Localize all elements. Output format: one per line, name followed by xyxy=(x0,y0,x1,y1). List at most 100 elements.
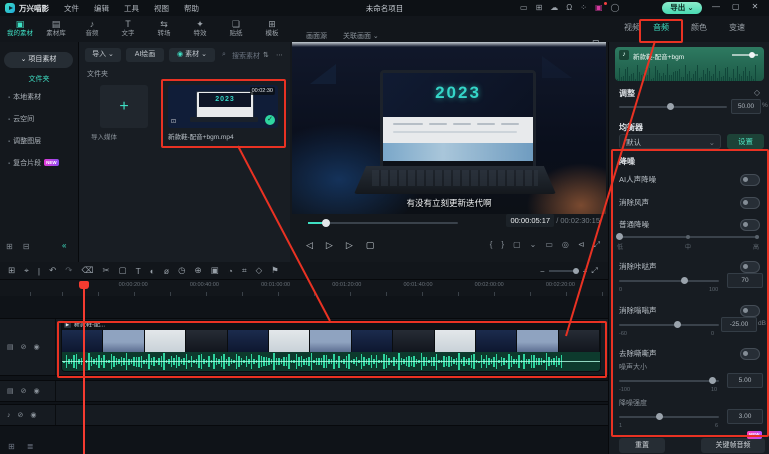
wind-removal-toggle[interactable] xyxy=(740,197,760,209)
motion-track-icon[interactable]: ⌗ xyxy=(242,265,247,276)
link-view-dropdown[interactable]: 关联画面 ⌄ xyxy=(343,33,379,40)
nav-tab-5[interactable]: ✦特效 xyxy=(182,16,218,42)
timeline-ruler[interactable]: 00:00:20:0000:00:40:0000:01:00:0000:01:2… xyxy=(0,280,608,297)
video-track-2[interactable]: ▤ ⊘ ◉ xyxy=(0,380,608,402)
sidebar-item-adjustment-layer[interactable]: ▪调整图层 xyxy=(8,134,74,149)
hide-icon[interactable]: ø xyxy=(164,266,169,276)
crop-caret-icon[interactable]: ⌄ xyxy=(530,240,537,250)
reset-button[interactable]: 重置 xyxy=(619,438,665,453)
keyframe-audio-button[interactable]: 关键帧音频 xyxy=(701,438,765,453)
tab-video[interactable]: 视频 xyxy=(617,22,647,33)
next-frame-icon[interactable]: ▷ xyxy=(346,240,353,251)
community-icon[interactable]: ⁘ xyxy=(580,3,587,12)
volume-value[interactable]: 50.00 xyxy=(731,99,761,114)
monitor-icon[interactable]: ▭ xyxy=(545,240,553,250)
cart-icon[interactable]: ▣ xyxy=(595,3,603,12)
stop-icon[interactable]: ▢ xyxy=(366,240,375,251)
pip-icon[interactable]: ▣ xyxy=(211,265,219,276)
delete-folder-icon[interactable]: ⊟ xyxy=(23,242,30,251)
eye-icon[interactable]: ◉ xyxy=(34,387,40,395)
close-button[interactable]: ✕ xyxy=(752,2,759,11)
keyframe-diamond-icon[interactable]: ◇ xyxy=(754,88,760,97)
nav-tab-7[interactable]: ⊞模板 xyxy=(254,16,290,42)
sidebar-item-cloud-space[interactable]: ▪云空间 xyxy=(8,112,74,127)
import-button[interactable]: 导入 ⌄ xyxy=(85,48,121,62)
crop-icon[interactable]: ▢ xyxy=(119,265,127,276)
tab-speed[interactable]: 变速 xyxy=(722,22,752,33)
tab-audio[interactable]: 音频 xyxy=(646,22,676,33)
noise-level-value[interactable]: 5.00 xyxy=(727,373,763,388)
sidebar-item-project-media[interactable]: ⌄ 项目素材 xyxy=(4,52,73,68)
export-button[interactable]: 导出 ⌄ xyxy=(662,2,702,14)
split-icon[interactable]: ✂ xyxy=(102,265,109,276)
crop-preview-icon[interactable]: ▢ xyxy=(513,240,521,250)
zoom-in-icon[interactable]: + xyxy=(583,267,588,276)
fullscreen-icon[interactable]: ⤢ xyxy=(594,240,600,250)
menu-tools[interactable]: 工具 xyxy=(124,3,139,14)
preview-seek-bar[interactable] xyxy=(308,222,458,224)
timer-icon[interactable]: ◔ xyxy=(228,266,233,276)
new-folder-icon[interactable]: ⊞ xyxy=(6,242,13,251)
user-icon[interactable]: ◯ xyxy=(611,3,620,12)
noise-level-slider[interactable] xyxy=(619,380,719,382)
redo-icon[interactable]: ↷ xyxy=(65,265,72,276)
audio-clip-card[interactable]: ♪ 新款鞋-配音+bgm xyxy=(615,47,764,81)
preview-video[interactable]: 2023 有没有立刻更新迭代啊 xyxy=(292,42,606,214)
delete-icon[interactable]: ⌫ xyxy=(81,265,93,276)
menu-view[interactable]: 视图 xyxy=(154,3,169,14)
zoom-out-icon[interactable]: − xyxy=(540,267,545,276)
playhead-line[interactable] xyxy=(83,281,85,454)
mask-icon[interactable]: ◐ xyxy=(150,266,155,276)
declick-slider[interactable] xyxy=(619,280,719,282)
display-mode-icon[interactable]: ▭ xyxy=(520,3,528,12)
video-track-1[interactable]: ▤ ⊘ ◉ ▶新款鞋-配... xyxy=(0,318,608,376)
eye-icon[interactable]: ◉ xyxy=(30,411,36,419)
media-clip-thumbnail[interactable]: 2023 00:02:30 ⊡ ✓ xyxy=(168,85,278,128)
more-icon[interactable]: ⋯ xyxy=(276,51,283,59)
minimize-button[interactable]: — xyxy=(712,2,720,11)
maximize-button[interactable]: ▢ xyxy=(732,2,740,11)
menu-edit[interactable]: 编辑 xyxy=(94,3,109,14)
menu-file[interactable]: 文件 xyxy=(64,3,79,14)
filter-icon[interactable]: ⇅ xyxy=(263,51,269,59)
denoise-strength-value[interactable]: 3.00 xyxy=(727,409,763,424)
nav-tab-3[interactable]: T文字 xyxy=(110,16,146,42)
prev-frame-icon[interactable]: ◁ xyxy=(306,240,313,251)
equalizer-settings-button[interactable]: 设置 xyxy=(727,134,764,149)
denoise-strength-slider[interactable] xyxy=(619,416,719,418)
speaker-icon[interactable]: ⊲ xyxy=(578,240,585,250)
seek-handle[interactable] xyxy=(322,219,330,227)
support-icon[interactable]: Ω xyxy=(566,3,572,12)
normal-denoise-slider[interactable] xyxy=(619,236,757,238)
nav-tab-1[interactable]: ▤素材库 xyxy=(38,16,74,42)
declick-value[interactable]: 70 xyxy=(727,273,763,288)
effect-icon[interactable]: ⊕ xyxy=(195,265,202,276)
clip-volume-slider[interactable] xyxy=(732,54,758,56)
track-manager-icon[interactable]: ≣ xyxy=(27,442,34,451)
nav-tab-6[interactable]: ❏贴纸 xyxy=(218,16,254,42)
media-type-filter[interactable]: ◉ 素材 ⌄ xyxy=(169,48,215,62)
menu-help[interactable]: 帮助 xyxy=(184,3,199,14)
sidebar-item-compound-clip[interactable]: ▪复合片段NEW xyxy=(8,156,74,171)
playhead-handle[interactable] xyxy=(79,281,89,289)
declick-toggle[interactable] xyxy=(740,261,760,273)
collapse-sidebar-icon[interactable]: « xyxy=(62,241,66,250)
nav-tab-2[interactable]: ♪音频 xyxy=(74,16,110,42)
audio-track-1[interactable]: ♪ ⊘ ◉ xyxy=(0,404,608,426)
nav-tab-0[interactable]: ▣我的素材 xyxy=(2,16,38,42)
cloud-upload-icon[interactable]: ☁ xyxy=(550,3,558,12)
mark-out-icon[interactable]: } xyxy=(501,240,504,250)
search-icon[interactable]: ⌕ xyxy=(222,51,226,59)
dehiss-toggle[interactable] xyxy=(740,348,760,360)
undo-icon[interactable]: ↶ xyxy=(49,265,56,276)
speed-icon[interactable]: ◷ xyxy=(178,265,185,276)
timeline-clip[interactable]: ▶新款鞋-配... xyxy=(62,321,600,371)
select-tool-icon[interactable]: ⌖ xyxy=(24,265,29,276)
lock-icon[interactable]: ⊘ xyxy=(18,411,24,419)
sidebar-item-local-media[interactable]: ▪本地素材 xyxy=(8,90,74,105)
ai-voice-denoise-toggle[interactable] xyxy=(740,174,760,186)
play-icon[interactable]: ▷ xyxy=(326,240,333,251)
timeline-zoom-slider[interactable] xyxy=(549,270,579,272)
dehum-toggle[interactable] xyxy=(740,305,760,317)
keyframe-icon[interactable]: ◇ xyxy=(256,265,263,276)
